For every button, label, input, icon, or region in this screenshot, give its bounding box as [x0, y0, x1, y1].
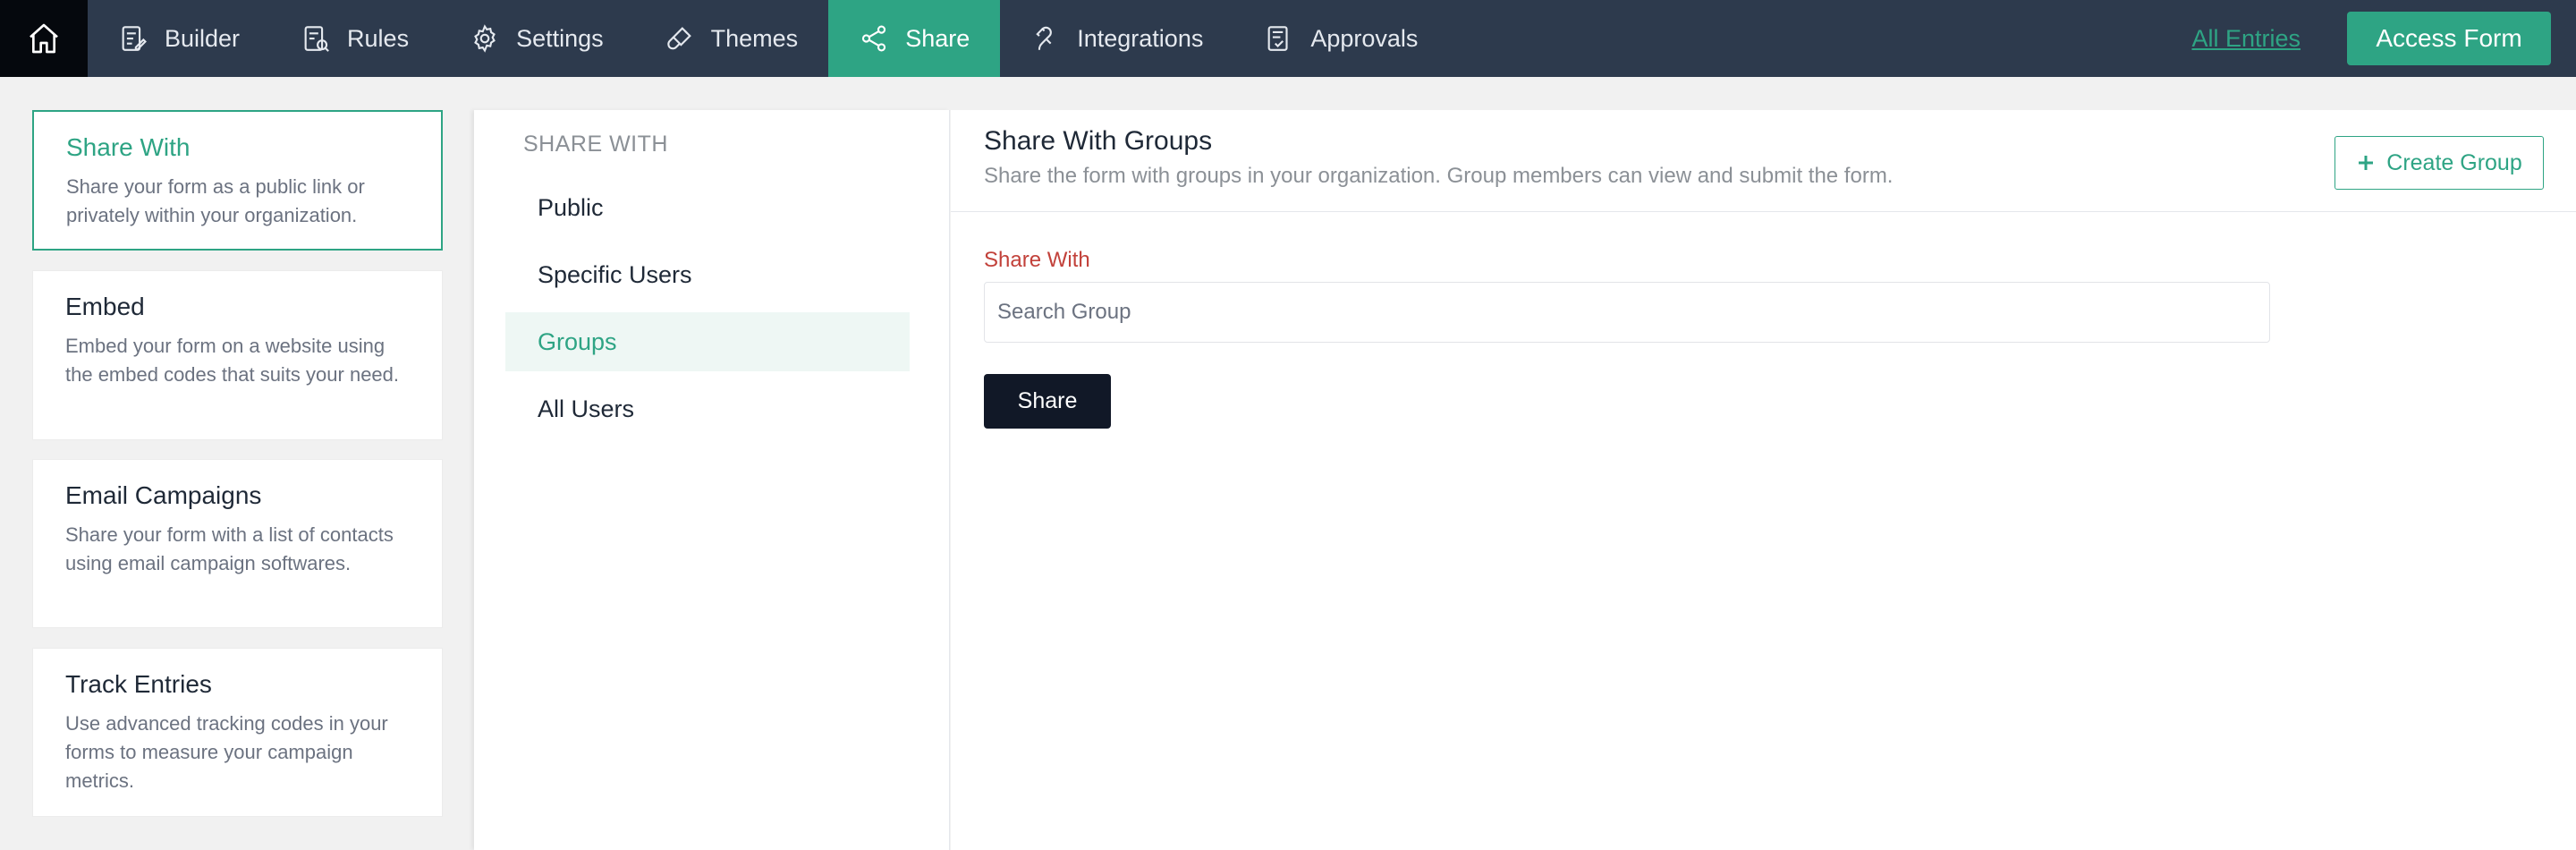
- nav-rules[interactable]: Rules: [270, 0, 439, 77]
- approvals-icon: [1267, 26, 1288, 51]
- nav-builder-label: Builder: [165, 24, 241, 52]
- panel-subtitle: Share the form with groups in your organ…: [984, 164, 1894, 188]
- option-all-users[interactable]: All Users: [505, 379, 910, 438]
- home-button[interactable]: [0, 0, 88, 77]
- brush-icon: [666, 27, 691, 50]
- create-group-button[interactable]: Create Group: [2334, 136, 2544, 190]
- plug-icon: [1036, 26, 1053, 50]
- home-icon: [30, 23, 58, 54]
- share-with-field-label: Share With: [984, 248, 1090, 272]
- card-track-entries[interactable]: Track Entries Use advanced tracking code…: [32, 648, 443, 817]
- nav-right-group: All Entries Access Form: [2191, 0, 2576, 77]
- nav-themes[interactable]: Themes: [634, 0, 829, 77]
- nav-builder[interactable]: Builder: [88, 0, 270, 77]
- builder-icon: [122, 26, 147, 51]
- card-description: Share your form with a list of contacts …: [65, 523, 394, 574]
- gear-icon: [474, 24, 496, 53]
- panel-header: Share With Groups Share the form with gr…: [951, 110, 2576, 212]
- nav-settings[interactable]: Settings: [439, 0, 634, 77]
- create-group-label: Create Group: [2386, 149, 2522, 175]
- access-form-button[interactable]: Access Form: [2347, 12, 2551, 65]
- top-navigation: Builder Rules Settings Themes Share Inte…: [0, 0, 2576, 77]
- card-embed[interactable]: Embed Embed your form on a website using…: [32, 270, 443, 440]
- card-share-with[interactable]: Share With Share your form as a public l…: [32, 110, 443, 251]
- card-email-campaigns[interactable]: Email Campaigns Share your form with a l…: [32, 459, 443, 628]
- share-with-heading: SHARE WITH: [523, 132, 668, 157]
- card-description: Use advanced tracking codes in your form…: [65, 712, 388, 792]
- nav-share-label: Share: [905, 24, 970, 52]
- card-title: Share With: [66, 133, 191, 161]
- nav-settings-label: Settings: [516, 24, 604, 52]
- plus-icon: [2359, 156, 2374, 170]
- share-with-options-panel: SHARE WITH Public Specific Users Groups …: [474, 110, 950, 850]
- card-description: Embed your form on a website using the e…: [65, 335, 400, 386]
- card-title: Embed: [65, 293, 145, 320]
- search-group-input[interactable]: [984, 282, 2270, 343]
- nav-share[interactable]: Share: [828, 0, 1001, 77]
- all-entries-link[interactable]: All Entries: [2191, 25, 2301, 53]
- nav-rules-label: Rules: [347, 24, 410, 52]
- card-title: Email Campaigns: [65, 481, 262, 509]
- rules-icon: [304, 26, 329, 52]
- card-title: Track Entries: [65, 670, 212, 698]
- share-icon: [862, 25, 886, 52]
- nav-integrations[interactable]: Integrations: [1000, 0, 1233, 77]
- panel-title: Share With Groups: [984, 126, 1213, 156]
- card-description: Share your form as a public link or priv…: [66, 175, 365, 226]
- nav-integrations-label: Integrations: [1077, 24, 1204, 52]
- nav-approvals-label: Approvals: [1310, 24, 1419, 52]
- option-public[interactable]: Public: [505, 178, 910, 237]
- option-groups[interactable]: Groups: [505, 312, 910, 371]
- nav-approvals[interactable]: Approvals: [1233, 0, 1448, 77]
- share-button[interactable]: Share: [984, 374, 1111, 429]
- share-groups-panel: Share With Groups Share the form with gr…: [951, 110, 2576, 850]
- nav-themes-label: Themes: [710, 24, 799, 52]
- option-specific-users[interactable]: Specific Users: [505, 245, 910, 304]
